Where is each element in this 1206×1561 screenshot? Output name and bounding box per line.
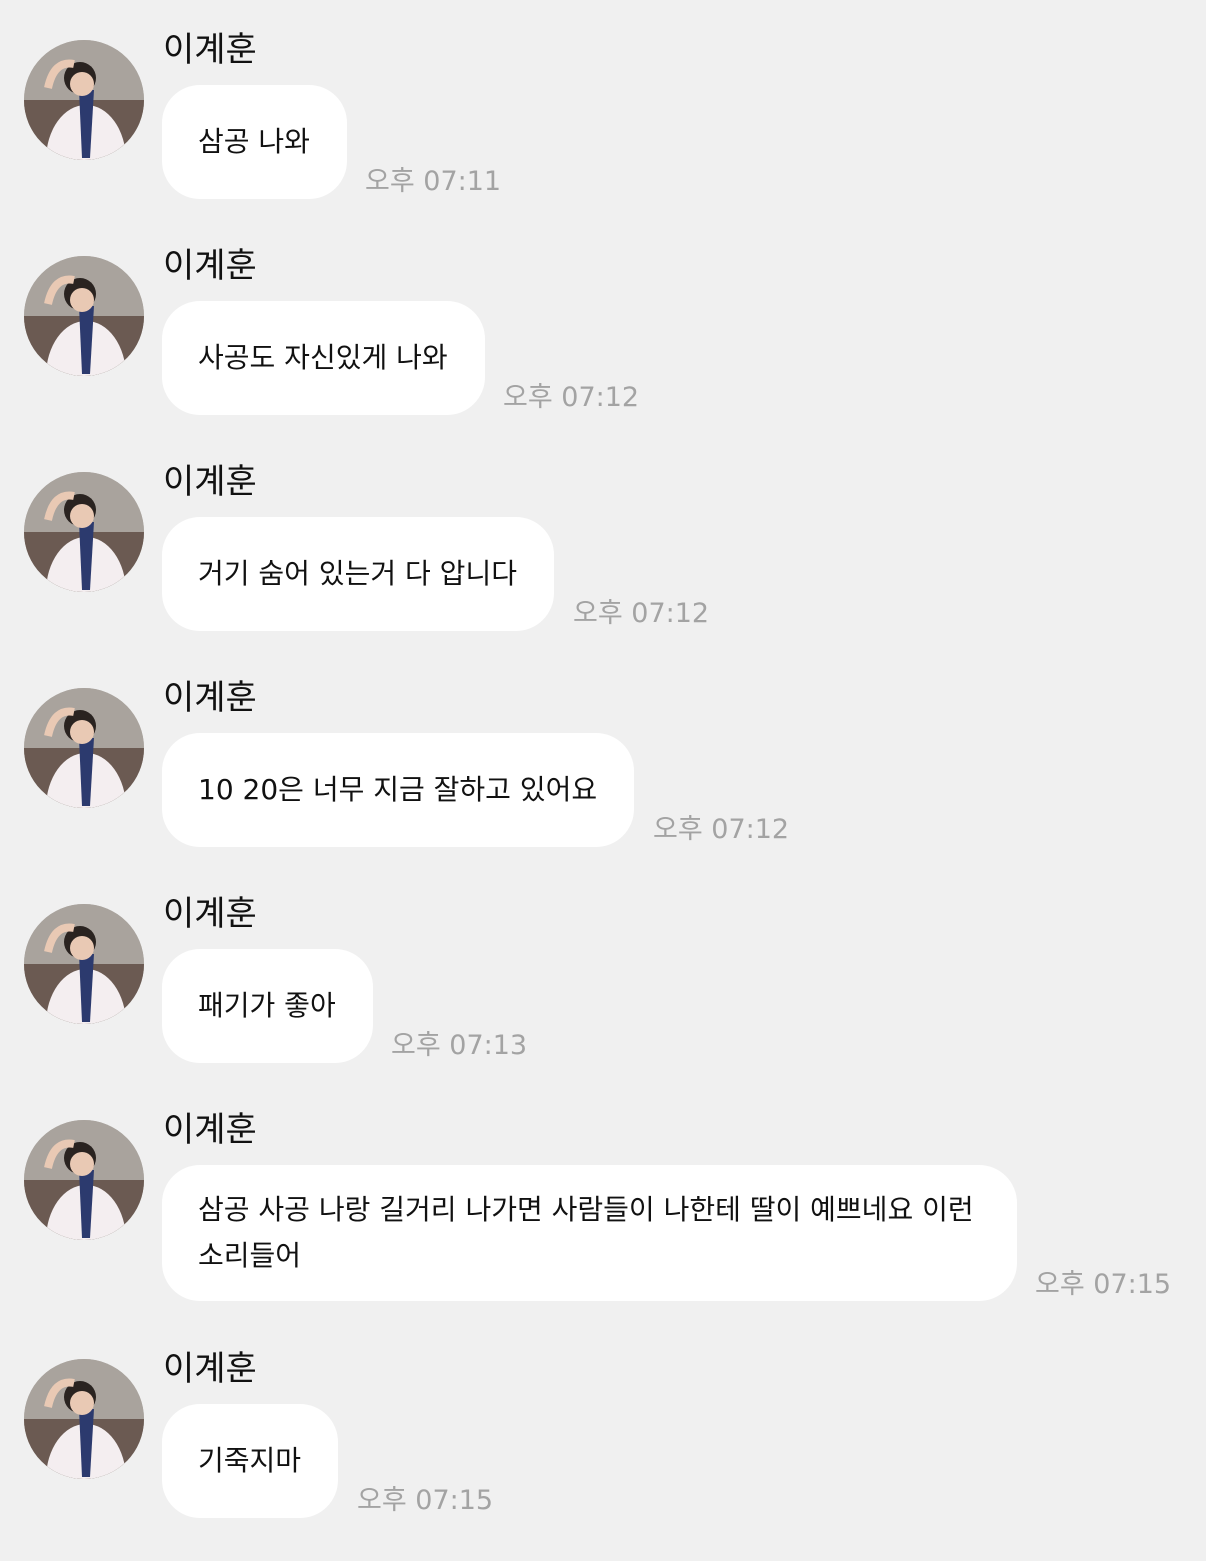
sender-name: 이계훈 [163, 246, 257, 286]
chat-thread: 이계훈 삼공 나와 오후 07:11 이계훈 사공도 자신있게 나와 오후 07… [0, 0, 1206, 1561]
message-timestamp: 오후 07:11 [365, 166, 502, 197]
sender-name: 이계훈 [163, 462, 257, 502]
message-bubble[interactable]: 패기가 좋아 [162, 949, 373, 1063]
sender-avatar[interactable] [24, 688, 144, 808]
sender-avatar[interactable] [24, 1120, 144, 1240]
message-bubble[interactable]: 사공도 자신있게 나와 [162, 301, 485, 415]
message-timestamp: 오후 07:12 [503, 382, 640, 413]
sender-avatar[interactable] [24, 256, 144, 376]
message-row: 이계훈 삼공 나와 오후 07:11 [0, 30, 1206, 200]
message-text: 삼공 사공 나랑 길거리 나가면 사람들이 나한테 딸이 예쁘네요 이런 소리들… [198, 1187, 974, 1279]
sender-avatar[interactable] [24, 40, 144, 160]
message-timestamp: 오후 07:15 [357, 1485, 494, 1516]
message-row: 이계훈 사공도 자신있게 나와 오후 07:12 [0, 246, 1206, 416]
message-bubble[interactable]: 삼공 사공 나랑 길거리 나가면 사람들이 나한테 딸이 예쁘네요 이런 소리들… [162, 1165, 1017, 1301]
message-timestamp: 오후 07:13 [391, 1030, 528, 1061]
message-bubble[interactable]: 10 20은 너무 지금 잘하고 있어요 [162, 733, 634, 847]
message-timestamp: 오후 07:12 [573, 598, 710, 629]
message-text-line: 소리들어 [198, 1239, 302, 1272]
message-row: 이계훈 패기가 좋아 오후 07:13 [0, 894, 1206, 1064]
message-row: 이계훈 삼공 사공 나랑 길거리 나가면 사람들이 나한테 딸이 예쁘네요 이런… [0, 1110, 1206, 1305]
message-bubble[interactable]: 기죽지마 [162, 1404, 338, 1518]
message-row: 이계훈 거기 숨어 있는거 다 압니다 오후 07:12 [0, 462, 1206, 632]
sender-name: 이계훈 [163, 894, 257, 934]
sender-name: 이계훈 [163, 1349, 257, 1389]
sender-name: 이계훈 [163, 30, 257, 70]
message-bubble[interactable]: 삼공 나와 [162, 85, 347, 199]
sender-avatar[interactable] [24, 472, 144, 592]
message-bubble[interactable]: 거기 숨어 있는거 다 압니다 [162, 517, 554, 631]
sender-avatar[interactable] [24, 1359, 144, 1479]
message-row: 이계훈 기죽지마 오후 07:15 [0, 1349, 1206, 1519]
message-timestamp: 오후 07:15 [1035, 1269, 1172, 1300]
message-timestamp: 오후 07:12 [653, 814, 790, 845]
sender-name: 이계훈 [163, 1110, 257, 1150]
sender-avatar[interactable] [24, 904, 144, 1024]
sender-name: 이계훈 [163, 678, 257, 718]
message-text-line: 삼공 사공 나랑 길거리 나가면 사람들이 나한테 딸이 예쁘네요 이런 [198, 1193, 974, 1226]
message-row: 이계훈 10 20은 너무 지금 잘하고 있어요 오후 07:12 [0, 678, 1206, 848]
